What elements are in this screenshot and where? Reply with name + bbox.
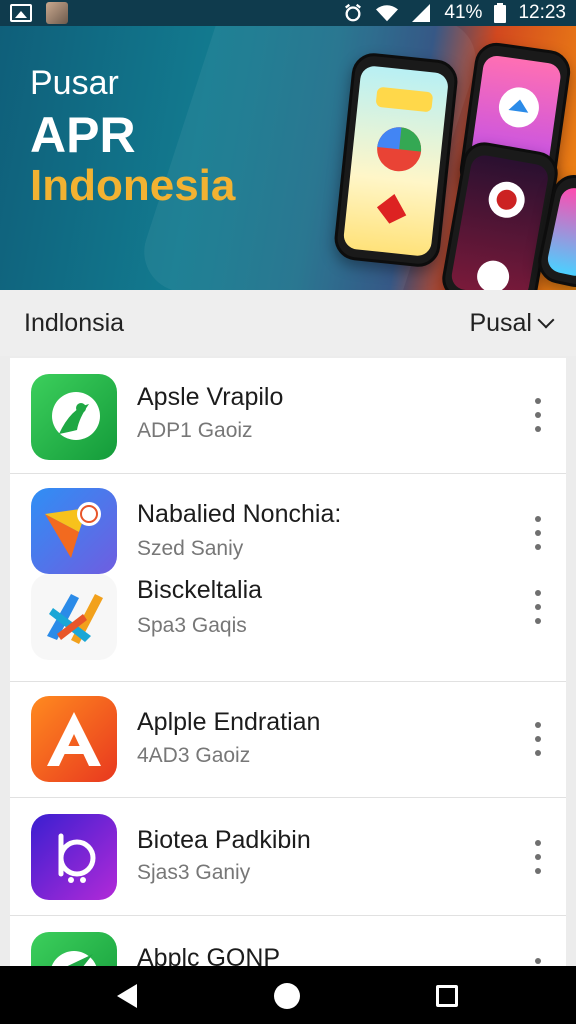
section-title: Indlonsia: [24, 308, 125, 337]
back-icon[interactable]: [117, 984, 137, 1008]
banner-line-1: Pusar: [30, 64, 119, 102]
app-list-item[interactable]: Bisckeltalia Spa3 Gaqis: [10, 574, 566, 682]
podcast-app-icon: [31, 814, 117, 900]
app-subtitle: Szed Saniy: [137, 537, 244, 560]
clock: 12:23: [518, 2, 566, 23]
app-subtitle: 4AD3 Gaoiz: [137, 744, 251, 767]
wifi-icon: [376, 5, 399, 22]
promo-banner[interactable]: Pusar APR Indonesia: [0, 26, 576, 290]
filter-label: Pusal: [469, 308, 532, 337]
phone-mockup-1: [332, 51, 460, 269]
section-header: Indlonsia Pusal: [0, 290, 576, 356]
avatar-notification-icon: [46, 2, 68, 24]
app-list-item[interactable]: Abplc GONP: [10, 916, 566, 966]
app-list: Apsle Vrapilo ADP1 Gaoiz Nabalied Nonchi…: [10, 358, 566, 966]
app-name: Biotea Padkibin: [137, 826, 311, 854]
more-options-button[interactable]: [528, 840, 548, 874]
app-name: Abplc GONP: [137, 944, 281, 966]
app-name: Bisckeltalia: [137, 576, 263, 604]
app-name: Apsle Vrapilo: [137, 383, 284, 411]
banner-text: Pusar APR Indonesia: [30, 64, 235, 211]
status-bar: 41% 12:23: [0, 0, 576, 26]
app-list-item[interactable]: Biotea Padkibin Sjas3 Ganiy: [10, 798, 566, 916]
more-options-button[interactable]: [528, 958, 548, 966]
battery-percent: 41%: [444, 2, 483, 23]
app-list-item[interactable]: Nabalied Nonchia: Szed Saniy: [10, 474, 566, 574]
signal-icon: [412, 4, 431, 22]
app-name: Aplple Endratian: [137, 708, 321, 736]
app-subtitle: Spa3 Gaqis: [137, 614, 247, 637]
app-list-item[interactable]: Aplple Endratian 4AD3 Gaoiz: [10, 682, 566, 798]
green-app-icon: [31, 932, 117, 966]
more-options-button[interactable]: [528, 516, 548, 550]
banner-line-3: Indonesia: [30, 161, 236, 210]
app-store-icon: [31, 696, 117, 782]
mail-app-icon: [31, 488, 117, 574]
app-name: Nabalied Nonchia:: [137, 500, 342, 528]
battery-icon: [494, 3, 507, 23]
system-nav-bar: [0, 966, 576, 1024]
more-options-button[interactable]: [528, 590, 548, 624]
more-options-button[interactable]: [528, 722, 548, 756]
more-options-button[interactable]: [528, 398, 548, 432]
home-icon[interactable]: [274, 983, 300, 1009]
banner-line-2: APR: [30, 107, 136, 163]
alarm-icon: [345, 3, 362, 22]
filter-dropdown[interactable]: Pusal: [469, 308, 555, 338]
app-list-item[interactable]: Apsle Vrapilo ADP1 Gaoiz: [10, 358, 566, 474]
app-subtitle: Sjas3 Ganiy: [137, 861, 251, 884]
phone-app-icon: [31, 374, 117, 460]
xcode-app-icon: [31, 574, 117, 660]
recent-apps-icon[interactable]: [436, 985, 458, 1007]
app-subtitle: ADP1 Gaoiz: [137, 419, 253, 442]
chevron-down-icon: [537, 311, 555, 329]
gallery-notification-icon: [10, 4, 32, 22]
